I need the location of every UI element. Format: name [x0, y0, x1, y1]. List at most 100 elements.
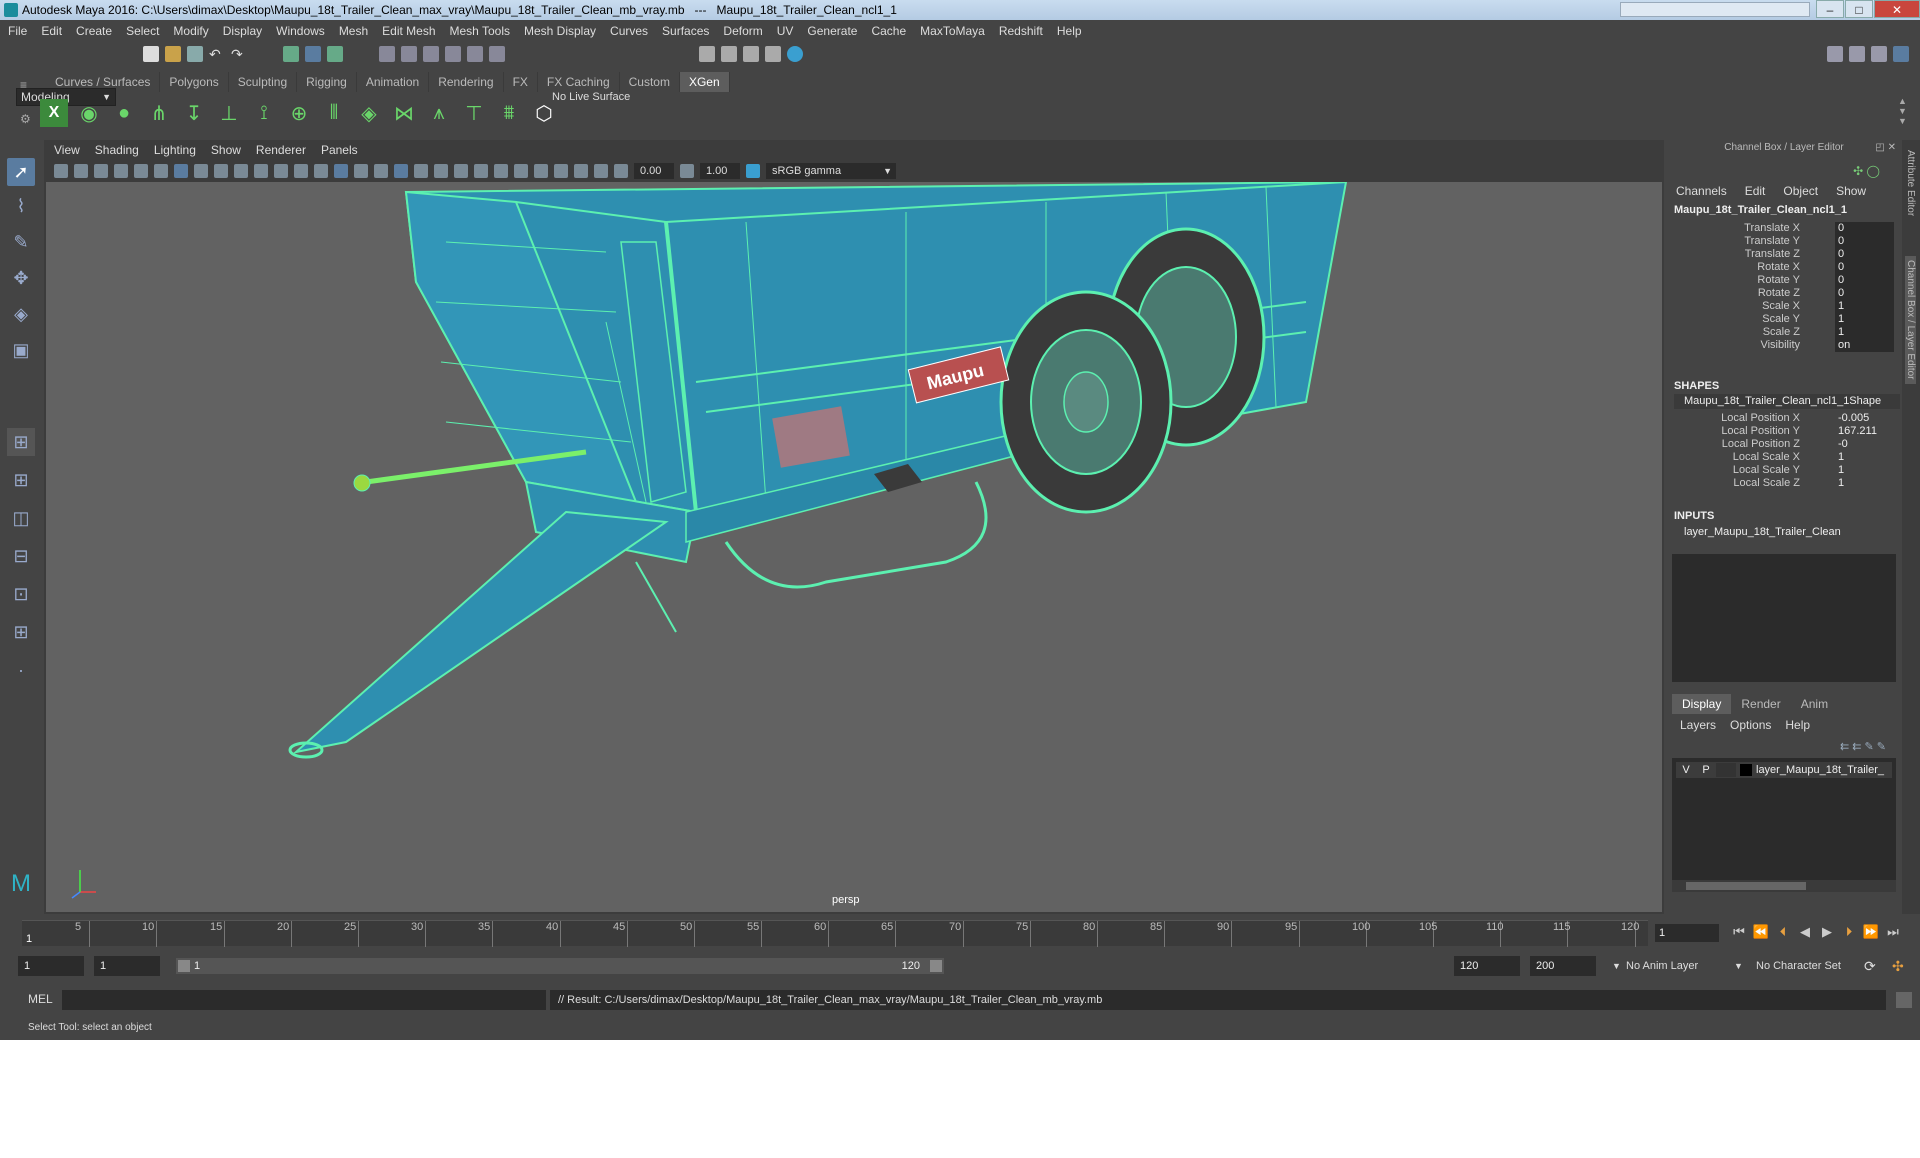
panel-menu-show[interactable]: Show — [211, 143, 241, 157]
panel-menu-shading[interactable]: Shading — [95, 143, 139, 157]
title-search-field[interactable] — [1620, 2, 1810, 17]
tool-settings-toggle-icon[interactable] — [1871, 46, 1887, 62]
layer-list-scrollbar[interactable] — [1672, 880, 1896, 892]
range-handle-left[interactable] — [178, 960, 190, 972]
wireframe-on-shaded-icon[interactable] — [374, 164, 388, 178]
channel-row-local-position-z[interactable]: Local Position Z -0 — [1668, 438, 1900, 452]
attribute-editor-tab[interactable]: Attribute Editor — [1905, 150, 1916, 216]
wireframe-icon[interactable] — [314, 164, 328, 178]
menu-uv[interactable]: UV — [777, 24, 794, 38]
selected-object-name[interactable]: Maupu_18t_Trailer_Clean_ncl1_1 — [1674, 204, 1847, 216]
shelf-scroll-arrows[interactable]: ▲ ▼ ▼ — [1898, 96, 1907, 126]
script-editor-icon[interactable] — [1896, 992, 1912, 1008]
save-scene-icon[interactable] — [187, 46, 203, 62]
layout-hypershade-icon[interactable]: ⊞ — [7, 618, 35, 646]
close-button[interactable]: ✕ — [1874, 0, 1920, 18]
new-scene-icon[interactable] — [143, 46, 159, 62]
menu-edit-mesh[interactable]: Edit Mesh — [382, 24, 435, 38]
layer-visibility-toggle[interactable]: V — [1676, 764, 1696, 776]
snap-view-icon[interactable] — [445, 46, 461, 62]
input-node-name[interactable]: layer_Maupu_18t_Trailer_Clean — [1684, 526, 1841, 538]
channel-value[interactable]: 0 — [1835, 261, 1894, 274]
channel-row-local-scale-y[interactable]: Local Scale Y 1 — [1668, 464, 1900, 478]
menu-select[interactable]: Select — [126, 24, 159, 38]
screen-space-ao-icon[interactable] — [454, 164, 468, 178]
channel-value[interactable]: 1 — [1835, 313, 1894, 326]
current-frame-field[interactable]: 1 — [1655, 924, 1719, 942]
character-set-dropdown[interactable]: No Character Set — [1756, 956, 1866, 976]
step-forward-key-icon[interactable]: ⏵ — [1838, 924, 1860, 940]
layer-name[interactable]: layer_Maupu_18t_Trailer_ — [1756, 764, 1884, 776]
channel-row-local-position-x[interactable]: Local Position X -0.005 — [1668, 412, 1900, 426]
tab-custom[interactable]: Custom — [620, 72, 680, 92]
tab-rendering[interactable]: Rendering — [429, 72, 504, 92]
xgen-sculpt-guide-icon[interactable]: ⊥ — [215, 99, 243, 127]
layout-persp-graph-icon[interactable]: ⊡ — [7, 580, 35, 608]
shelf-settings-icon[interactable]: ⚙ — [20, 112, 31, 126]
select-component-icon[interactable] — [327, 46, 343, 62]
resolution-gate-icon[interactable] — [214, 164, 228, 178]
xgen-preview-icon[interactable]: ◉ — [75, 99, 103, 127]
menu-mesh[interactable]: Mesh — [339, 24, 368, 38]
channel-row-translate-z[interactable]: Translate Z 0 — [1668, 248, 1900, 262]
channel-row-scale-y[interactable]: Scale Y 1 — [1668, 313, 1900, 327]
menu-curves[interactable]: Curves — [610, 24, 648, 38]
channel-value[interactable]: 0 — [1835, 287, 1894, 300]
camera-attributes-icon[interactable] — [74, 164, 88, 178]
animation-end-field[interactable]: 200 — [1530, 956, 1596, 976]
go-to-end-icon[interactable]: ⏭ — [1882, 924, 1904, 940]
exposure-icon[interactable] — [614, 164, 628, 178]
channel-value[interactable]: -0.005 — [1835, 412, 1894, 425]
time-slider-track[interactable]: 1 5 10 15 20 25 30 35 40 45 50 55 60 65 70 75 80 85 90 95 1… — [22, 920, 1648, 947]
play-backward-icon[interactable]: ◀ — [1794, 924, 1816, 940]
xgen-add-guide-icon[interactable]: ↧ — [180, 99, 208, 127]
channel-row-rotate-y[interactable]: Rotate Y 0 — [1668, 274, 1900, 288]
open-scene-icon[interactable] — [165, 46, 181, 62]
bookmark-icon[interactable] — [94, 164, 108, 178]
modeling-toolkit-icon[interactable] — [1827, 46, 1843, 62]
range-slider[interactable]: 1 120 — [176, 958, 944, 974]
channel-row-translate-y[interactable]: Translate Y 0 — [1668, 235, 1900, 249]
layer-color-swatch[interactable] — [1740, 764, 1752, 776]
tab-xgen[interactable]: XGen — [679, 72, 730, 92]
layout-four-view-icon[interactable]: ⊞ — [7, 466, 35, 494]
menu-help[interactable]: Help — [1057, 24, 1082, 38]
select-hierarchy-icon[interactable] — [283, 46, 299, 62]
ipr-render-icon[interactable] — [743, 46, 759, 62]
shape-node-name[interactable]: Maupu_18t_Trailer_Clean_ncl1_1Shape — [1674, 394, 1900, 409]
two-d-pan-icon[interactable] — [134, 164, 148, 178]
layer-action-icons[interactable]: ⇇ ⇇ ✎ ✎ — [1840, 740, 1886, 753]
motion-blur-icon[interactable] — [474, 164, 488, 178]
layer-playback-toggle[interactable]: P — [1696, 764, 1716, 776]
magnet-icon[interactable] — [489, 46, 505, 62]
anim-layer-dropdown[interactable]: No Anim Layer — [1626, 956, 1742, 976]
menu-generate[interactable]: Generate — [807, 24, 857, 38]
menu-maxtomaya[interactable]: MaxToMaya — [920, 24, 985, 38]
xgen-editor-icon[interactable]: X — [40, 99, 68, 127]
step-back-key-icon[interactable]: ⏴ — [1772, 924, 1794, 940]
channel-box-icons[interactable]: ✣ ◯ — [1853, 164, 1880, 178]
snap-surface-icon[interactable] — [467, 46, 483, 62]
tab-sculpting[interactable]: Sculpting — [229, 72, 298, 92]
step-back-frame-icon[interactable]: ⏪ — [1750, 924, 1772, 940]
use-all-lights-icon[interactable] — [414, 164, 428, 178]
layout-persp-outliner-icon[interactable]: ⊟ — [7, 542, 35, 570]
channel-menu-channels[interactable]: Channels — [1676, 184, 1727, 198]
image-plane-icon[interactable] — [114, 164, 128, 178]
layer-menu-options[interactable]: Options — [1730, 718, 1771, 732]
xgen-cut-icon[interactable]: ⊤ — [460, 99, 488, 127]
layer-menu-help[interactable]: Help — [1785, 718, 1810, 732]
menu-file[interactable]: File — [8, 24, 27, 38]
safe-action-icon[interactable] — [274, 164, 288, 178]
paint-select-tool-icon[interactable]: ✎ — [7, 228, 35, 256]
channel-value[interactable]: -0 — [1835, 438, 1894, 451]
playback-end-field[interactable]: 120 — [1454, 956, 1520, 976]
menu-edit[interactable]: Edit — [41, 24, 62, 38]
rotate-tool-icon[interactable]: ◈ — [7, 300, 35, 328]
layout-two-view-icon[interactable]: ◫ — [7, 504, 35, 532]
xgen-guide-length-icon[interactable]: ⟟ — [250, 99, 278, 127]
render-view-icon[interactable] — [721, 46, 737, 62]
isolate-select-icon[interactable] — [534, 164, 548, 178]
menu-redshift[interactable]: Redshift — [999, 24, 1043, 38]
channel-value[interactable]: 0 — [1835, 248, 1894, 261]
